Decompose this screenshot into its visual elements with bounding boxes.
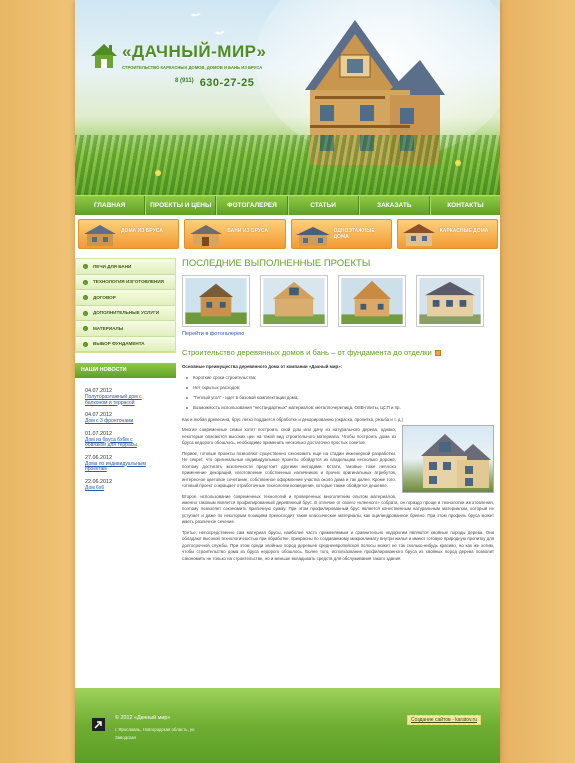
edit-icon[interactable] bbox=[434, 350, 441, 356]
news-link[interactable]: Дом из бруса 6х6м с обвязкой для террасы bbox=[85, 437, 155, 449]
nav-item-articles[interactable]: СТАТЬИ bbox=[287, 196, 359, 215]
category-timber-houses[interactable]: ДОМА ИЗ БРУСА bbox=[78, 219, 180, 249]
news-item: 04.07.2012 Полутораэтажный дом с балконо… bbox=[85, 388, 176, 406]
category-label: ОДНОЭТАЖНЫЕ ДОМА bbox=[333, 228, 375, 240]
footer-address: г. Ярославль, Новгородская область, ул. … bbox=[115, 727, 196, 740]
category-one-storey[interactable]: ОДНОЭТАЖНЫЕ ДОМА bbox=[290, 219, 392, 249]
phone-digits: 630-27-25 bbox=[199, 77, 255, 89]
house-photo bbox=[421, 434, 491, 489]
list-item: Нет скрытых расходов; bbox=[186, 383, 494, 393]
house-thumbnail-icon bbox=[84, 225, 116, 246]
sidebar-item-stoves[interactable]: ПЕЧИ ДЛЯ БАНИ bbox=[76, 259, 175, 275]
site-logo[interactable]: «ДАЧНЫЙ-МИР» СТРОИТЕЛЬСТВО КАРКАСНЫХ ДОМ… bbox=[89, 40, 289, 80]
house-thumbnail-icon bbox=[402, 224, 435, 246]
sidebar-item-materials[interactable]: МАТЕРИАЛЫ bbox=[76, 321, 175, 337]
project-thumbnail[interactable] bbox=[416, 275, 484, 327]
category-label: КАРКАСНЫЕ ДОМА bbox=[439, 228, 489, 234]
project-thumbnail[interactable] bbox=[260, 275, 328, 327]
sidebar-item-contract[interactable]: ДОГОВОР bbox=[76, 290, 175, 306]
phone-number: 8 (911) 630-27-25 bbox=[175, 77, 254, 89]
news-item: 22.06.2012 Дом 6х6 bbox=[85, 479, 176, 492]
bullet-icon bbox=[83, 279, 88, 285]
house-photo bbox=[185, 278, 247, 324]
article-photo bbox=[402, 425, 494, 494]
main-content: ПОСЛЕДНИЕ ВЫПОЛНЕННЫЕ ПРОЕКТЫ Перейти в … bbox=[182, 258, 494, 562]
list-item: "Теплый угол" - идет в базовой комплекта… bbox=[186, 393, 494, 403]
article-title: Строительство деревянных домов и бань – … bbox=[182, 348, 494, 357]
dove-icon bbox=[215, 31, 225, 35]
list-item: Возможность использования "нестандартных… bbox=[186, 403, 494, 413]
sidebar-item-foundation[interactable]: ВЫБОР ФУНДАМЕНТА bbox=[76, 336, 175, 352]
house-photo bbox=[263, 278, 325, 324]
dandelion-decoration bbox=[455, 160, 461, 166]
project-thumbnails bbox=[182, 275, 494, 327]
category-frame-houses[interactable]: КАРКАСНЫЕ ДОМА bbox=[396, 219, 498, 249]
article-title-text: Строительство деревянных домов и бань – … bbox=[182, 348, 432, 357]
bullet-icon bbox=[83, 264, 88, 269]
sidebar-menu: ПЕЧИ ДЛЯ БАНИ ТЕХНОЛОГИЯ ИЗГОТОВЛЕНИЯ ДО… bbox=[75, 258, 176, 353]
project-thumbnail[interactable] bbox=[338, 275, 406, 327]
article-paragraph: Третье, непосредственно сам материал бру… bbox=[182, 529, 494, 561]
arrow-icon[interactable] bbox=[92, 718, 105, 731]
logo-subtitle: СТРОИТЕЛЬСТВО КАРКАСНЫХ ДОМОВ, ДОМОВ И Б… bbox=[122, 65, 263, 70]
article-paragraph: Как и любая древесина, брус легко поддае… bbox=[182, 417, 404, 422]
copyright: © 2012 «Дачный мир» bbox=[115, 715, 171, 721]
category-tiles: ДОМА ИЗ БРУСА БАНИ ИЗ БРУСА ОДНОЭТАЖНЫЕ … bbox=[78, 219, 498, 249]
sidebar-item-services[interactable]: ДОПОЛНИТЕЛЬНЫЕ УСЛУГИ bbox=[76, 305, 175, 321]
house-photo bbox=[341, 278, 403, 324]
news-heading: НАШИ НОВОСТИ bbox=[75, 363, 176, 378]
sidebar-item-label: ПЕЧИ ДЛЯ БАНИ bbox=[93, 263, 132, 269]
news-link[interactable]: Дом 6х6 bbox=[85, 485, 155, 492]
sidebar: ПЕЧИ ДЛЯ БАНИ ТЕХНОЛОГИЯ ИЗГОТОВЛЕНИЯ ДО… bbox=[75, 258, 176, 497]
grass-decoration bbox=[75, 135, 500, 195]
project-thumbnail[interactable] bbox=[182, 275, 250, 327]
dandelion-decoration bbox=[155, 170, 161, 176]
news-link[interactable]: Дома по индивидуальным проектам bbox=[85, 461, 155, 473]
main-navigation: ГЛАВНАЯ ПРОЕКТЫ И ЦЕНЫ ФОТОГАЛЕРЕЯ СТАТЬ… bbox=[75, 195, 500, 215]
developer-link[interactable]: Создание сайтов - karatov.ru bbox=[407, 715, 481, 725]
house-thumbnail-icon bbox=[295, 227, 330, 246]
news-item: 04.07.2012 Дом с 3 фронтонами bbox=[85, 412, 176, 425]
nav-item-order[interactable]: ЗАКАЗАТЬ bbox=[358, 196, 430, 215]
sidebar-item-label: ДОГОВОР bbox=[93, 294, 116, 300]
article-lead: Основные преимущества деревянного дома о… bbox=[182, 364, 343, 369]
category-timber-baths[interactable]: БАНИ ИЗ БРУСА bbox=[184, 219, 286, 249]
bullet-icon bbox=[83, 341, 88, 347]
bullet-icon bbox=[83, 310, 88, 316]
sidebar-item-label: ВЫБОР ФУНДАМЕНТА bbox=[93, 341, 145, 346]
category-label: ДОМА ИЗ БРУСА bbox=[121, 228, 163, 234]
news-list: 04.07.2012 Полутораэтажный дом с балконо… bbox=[75, 378, 176, 491]
article-paragraph: Второе, использование современных технол… bbox=[182, 493, 494, 525]
footer: © 2012 «Дачный мир» г. Ярославль, Новгор… bbox=[75, 688, 500, 763]
category-label: БАНИ ИЗ БРУСА bbox=[227, 228, 269, 234]
bullet-icon bbox=[83, 326, 88, 331]
page: «ДАЧНЫЙ-МИР» СТРОИТЕЛЬСТВО КАРКАСНЫХ ДОМ… bbox=[75, 0, 500, 763]
nav-item-gallery[interactable]: ФОТОГАЛЕРЕЯ bbox=[216, 196, 288, 215]
dove-icon bbox=[191, 13, 201, 17]
house-leaf-icon bbox=[91, 44, 117, 68]
logo-title: «ДАЧНЫЙ-МИР» bbox=[122, 42, 267, 61]
news-link[interactable]: Полутораэтажный дом с балконом и террасо… bbox=[85, 394, 155, 406]
header-banner: «ДАЧНЫЙ-МИР» СТРОИТЕЛЬСТВО КАРКАСНЫХ ДОМ… bbox=[75, 0, 500, 195]
gallery-link[interactable]: Перейти в фотогалерею bbox=[182, 331, 494, 337]
nav-item-contacts[interactable]: КОНТАКТЫ bbox=[429, 196, 500, 215]
news-item: 27.06.2012 Дома по индивидуальным проект… bbox=[85, 455, 176, 473]
house-photo bbox=[419, 278, 481, 324]
nav-item-projects[interactable]: ПРОЕКТЫ И ЦЕНЫ bbox=[145, 196, 217, 215]
advantages-list: Короткие сроки строительства; Нет скрыты… bbox=[182, 373, 494, 413]
sidebar-item-technology[interactable]: ТЕХНОЛОГИЯ ИЗГОТОВЛЕНИЯ bbox=[76, 274, 175, 290]
bullet-icon bbox=[83, 295, 88, 300]
list-item: Короткие сроки строительства; bbox=[186, 373, 494, 383]
news-item: 01.07.2012 Дом из бруса 6х6м с обвязкой … bbox=[85, 431, 176, 449]
phone-code: 8 (911) bbox=[175, 78, 194, 84]
house-thumbnail-icon bbox=[190, 225, 223, 246]
nav-item-home[interactable]: ГЛАВНАЯ bbox=[75, 196, 146, 215]
sidebar-item-label: ТЕХНОЛОГИЯ ИЗГОТОВЛЕНИЯ bbox=[93, 279, 164, 284]
projects-title: ПОСЛЕДНИЕ ВЫПОЛНЕННЫЕ ПРОЕКТЫ bbox=[182, 258, 371, 269]
news-link[interactable]: Дом с 3 фронтонами bbox=[85, 418, 155, 425]
sidebar-item-label: МАТЕРИАЛЫ bbox=[93, 325, 124, 331]
sidebar-item-label: ДОПОЛНИТЕЛЬНЫЕ УСЛУГИ bbox=[93, 310, 160, 315]
